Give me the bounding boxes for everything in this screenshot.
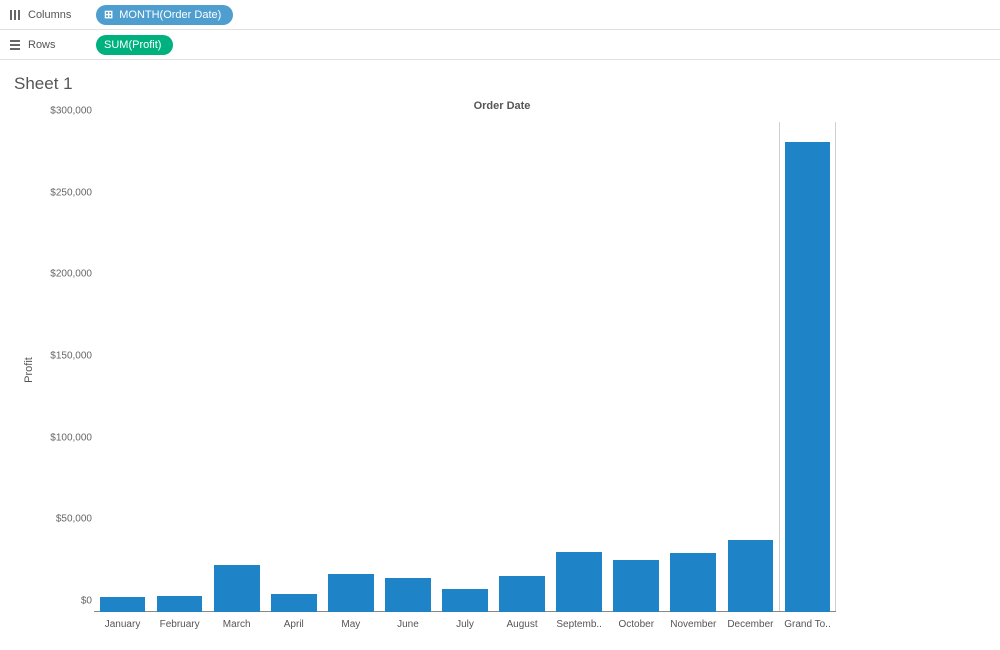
y-tick: $150,000 [42,351,92,362]
x-label: June [379,619,436,630]
bar-slot [379,122,436,612]
x-label: October [608,619,665,630]
y-tick: $200,000 [42,269,92,280]
chart-container: Order Date Profit $0 $50,000 $100,000 $150,… [14,100,990,640]
bar-slot [494,122,551,612]
bar-slot [265,122,322,612]
bar-slot [94,122,151,612]
x-label: May [322,619,379,630]
x-label: Septemb.. [551,619,608,630]
x-label: Grand To.. [779,619,836,630]
y-tick: $300,000 [42,106,92,117]
bar-slot [551,122,608,612]
bar-slot [322,122,379,612]
bar[interactable] [100,597,146,612]
x-label: December [722,619,779,630]
bar[interactable] [785,142,831,612]
bar-slot [151,122,208,612]
y-tick: $250,000 [42,187,92,198]
x-label: March [208,619,265,630]
expand-icon: ⊞ [104,8,113,21]
bar[interactable] [328,574,374,612]
x-label: April [265,619,322,630]
bar[interactable] [385,578,431,612]
bar[interactable] [556,552,602,612]
bar[interactable] [157,596,203,612]
columns-label-text: Columns [28,9,71,21]
bar[interactable] [271,594,317,612]
rows-shelf[interactable]: Rows SUM(Profit) [0,30,1000,60]
bar[interactable] [613,560,659,612]
bar-slot [722,122,779,612]
x-label: February [151,619,208,630]
y-tick: $100,000 [42,432,92,443]
x-label: November [665,619,722,630]
x-label: August [494,619,551,630]
bar-slot [665,122,722,612]
rows-shelf-label: Rows [8,38,96,52]
rows-icon [8,38,22,52]
rows-pill[interactable]: SUM(Profit) [96,35,173,55]
columns-shelf-label: Columns [8,8,96,22]
y-axis-label: Profit [23,357,35,383]
bar-slot [779,122,836,612]
chart-title: Order Date [14,100,990,112]
columns-pill-label: MONTH(Order Date) [119,9,221,21]
rows-pill-label: SUM(Profit) [104,39,161,51]
x-label: July [436,619,493,630]
columns-icon [8,8,22,22]
x-label: January [94,619,151,630]
bar[interactable] [214,565,260,612]
bar[interactable] [499,576,545,612]
bar-slot [436,122,493,612]
columns-shelf[interactable]: Columns ⊞ MONTH(Order Date) [0,0,1000,30]
rows-label-text: Rows [28,39,56,51]
columns-pill[interactable]: ⊞ MONTH(Order Date) [96,5,233,25]
x-axis-labels: JanuaryFebruaryMarchAprilMayJuneJulyAugu… [94,619,836,630]
bar-slot [608,122,665,612]
y-tick: $0 [42,596,92,607]
bar[interactable] [728,540,774,612]
sheet-title[interactable]: Sheet 1 [14,74,990,94]
bar-slot [208,122,265,612]
bar[interactable] [670,553,716,612]
sheet-area: Sheet 1 Order Date Profit $0 $50,000 $100,… [0,60,1000,650]
bar[interactable] [442,589,488,612]
bars-row [94,122,836,612]
y-tick: $50,000 [42,514,92,525]
